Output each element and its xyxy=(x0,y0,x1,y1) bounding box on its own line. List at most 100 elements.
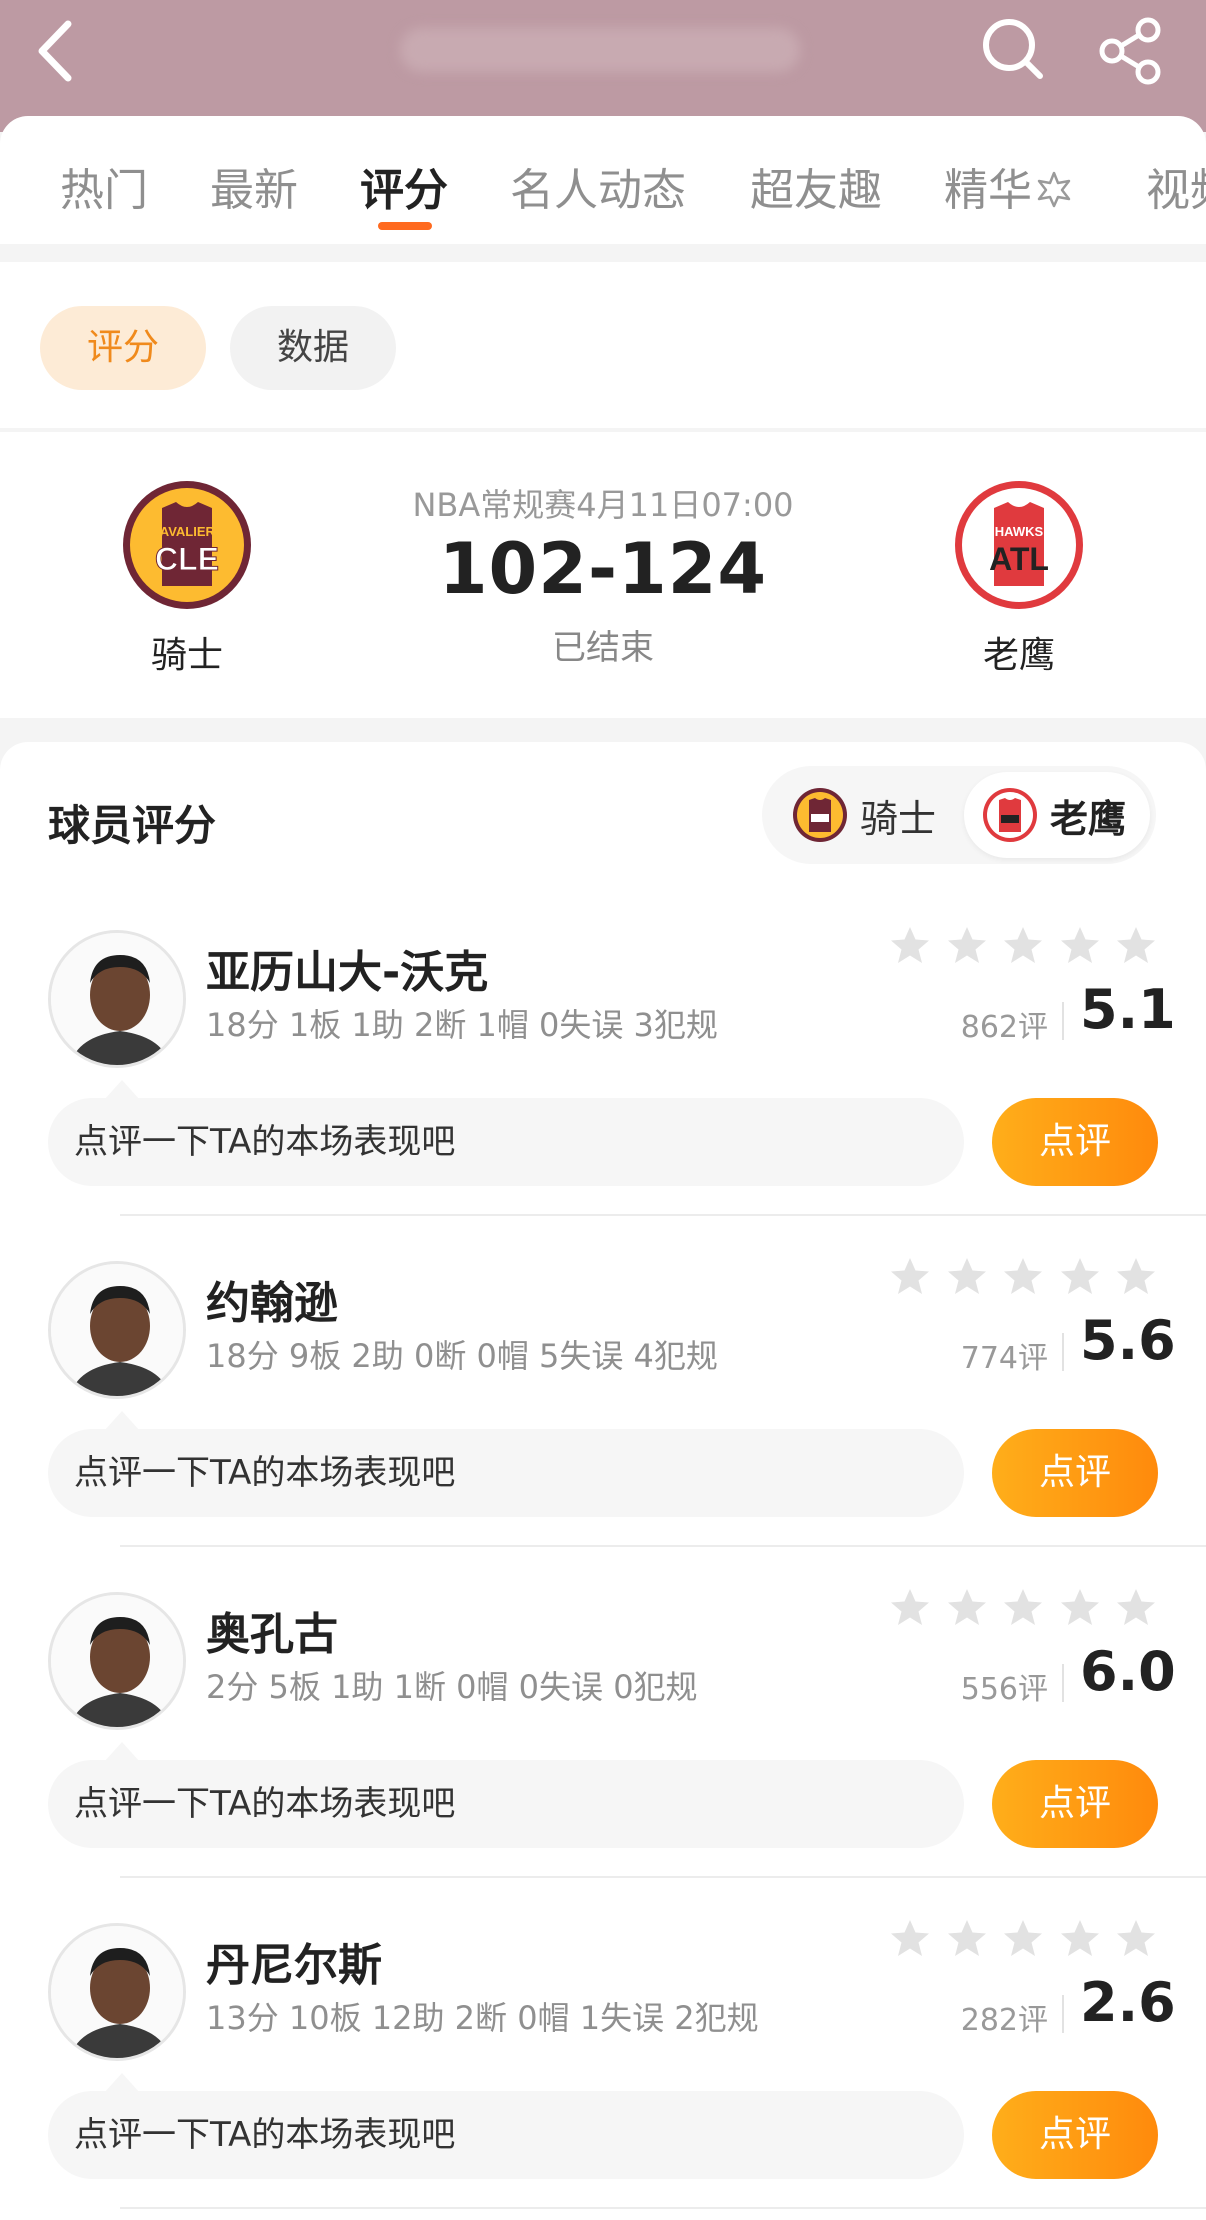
star-icon[interactable] xyxy=(945,1255,989,1299)
comment-button[interactable]: 点评 xyxy=(992,1760,1158,1848)
hawks-wordmark: HAWKS xyxy=(995,524,1044,539)
row-divider xyxy=(120,1545,1206,1547)
team-toggle-cavaliers-label: 骑士 xyxy=(860,796,937,841)
star-icon[interactable] xyxy=(1001,924,1045,968)
star-icon[interactable] xyxy=(945,924,989,968)
team-toggle-hawks[interactable]: 老鹰 xyxy=(982,782,1126,848)
player-avatar[interactable] xyxy=(48,1923,186,2061)
star-icon[interactable] xyxy=(1114,1255,1158,1299)
player-name[interactable]: 丹尼尔斯 xyxy=(206,1929,382,1993)
star-icon[interactable] xyxy=(888,1917,932,1961)
rating-count: 774评 xyxy=(960,1341,1048,1376)
star-rating[interactable] xyxy=(888,1586,1158,1630)
match-info: NBA常规赛4月11日07:00 xyxy=(412,486,794,524)
player-row: 约翰逊 18分 9板 2助 0断 0帽 5失误 4犯规 774评 5.6 点评一… xyxy=(0,1221,1206,1548)
row-divider xyxy=(120,2207,1206,2209)
player-avatar[interactable] xyxy=(48,1261,186,1399)
comment-input[interactable]: 点评一下TA的本场表现吧 xyxy=(48,1742,964,1848)
star-icon[interactable] xyxy=(1058,1255,1102,1299)
match-score: 102-124 xyxy=(438,528,768,610)
star-rating[interactable] xyxy=(888,924,1158,968)
rating-score: 5.6 xyxy=(1080,1309,1176,1372)
star-icon[interactable] xyxy=(888,1255,932,1299)
player-avatar[interactable] xyxy=(48,1592,186,1730)
comment-button[interactable]: 点评 xyxy=(992,2091,1158,2179)
rating-separator xyxy=(1062,1664,1064,1702)
player-name[interactable]: 奥孔古 xyxy=(206,1598,338,1662)
player-row: 亚历山大-沃克 18分 1板 1助 2断 1帽 0失误 3犯规 862评 5.1… xyxy=(0,890,1206,1217)
share-icon[interactable] xyxy=(1096,16,1166,86)
team-toggle: 骑士 老鹰 xyxy=(762,766,1156,864)
tab-celebrity[interactable]: 名人动态 xyxy=(510,154,686,218)
player-stats: 13分 10板 12助 2断 0帽 1失误 2犯规 xyxy=(206,1999,759,2037)
star-rating[interactable] xyxy=(888,1917,1158,1961)
star-icon[interactable] xyxy=(945,1586,989,1630)
row-divider xyxy=(120,1214,1206,1216)
comment-button[interactable]: 点评 xyxy=(992,1098,1158,1186)
team-toggle-cavaliers[interactable]: 骑士 xyxy=(792,782,936,848)
player-name[interactable]: 亚历山大-沃克 xyxy=(206,936,488,1000)
rating-count: 282评 xyxy=(960,2003,1048,2038)
star-icon[interactable] xyxy=(1114,1586,1158,1630)
star-icon[interactable] xyxy=(1001,1917,1045,1961)
rating-count: 556评 xyxy=(960,1672,1048,1707)
tab-highlights-label: 精华 xyxy=(944,165,1032,216)
cavaliers-logo[interactable]: CAVALIERS CLE xyxy=(120,478,254,612)
rating-separator xyxy=(1062,1333,1064,1371)
tab-video[interactable]: 视频 xyxy=(1146,154,1206,218)
back-icon[interactable] xyxy=(28,16,88,86)
player-stats: 18分 9板 2助 0断 0帽 5失误 4犯规 xyxy=(206,1337,718,1375)
player-avatar[interactable] xyxy=(48,930,186,1068)
player-stats: 2分 5板 1助 1断 0帽 0失误 0犯规 xyxy=(206,1668,698,1706)
rating-separator xyxy=(1062,1002,1064,1040)
player-row: 奥孔古 2分 5板 1助 1断 0帽 0失误 0犯规 556评 6.0 点评一下… xyxy=(0,1552,1206,1879)
star-icon[interactable] xyxy=(1114,924,1158,968)
rating-score: 2.6 xyxy=(1080,1971,1176,2034)
section-title: 球员评分 xyxy=(48,801,217,850)
star-icon[interactable] xyxy=(945,1917,989,1961)
cavaliers-wordmark: CAVALIERS xyxy=(150,524,224,539)
tab-hot[interactable]: 热门 xyxy=(60,154,148,218)
team-toggle-hawks-label: 老鹰 xyxy=(1050,796,1127,841)
player-ratings-section: 球员评分 骑士 老鹰 亚历山大-沃克 18分 1板 1助 2断 1帽 0失误 3… xyxy=(0,742,1206,2220)
comment-input[interactable]: 点评一下TA的本场表现吧 xyxy=(48,1080,964,1186)
star-icon[interactable] xyxy=(1058,924,1102,968)
star-icon[interactable] xyxy=(1058,1917,1102,1961)
rating-filter-button[interactable]: 评分 xyxy=(40,306,206,390)
home-team-name: 骑士 xyxy=(150,635,223,676)
hawks-logo[interactable]: HAWKS ATL xyxy=(952,478,1086,612)
active-tab-indicator xyxy=(378,222,432,230)
star-icon[interactable] xyxy=(1001,1255,1045,1299)
tab-rating[interactable]: 评分 xyxy=(360,154,448,218)
flower-icon xyxy=(1034,169,1074,209)
hawks-mini-logo xyxy=(983,788,1037,842)
match-status: 已结束 xyxy=(552,628,654,668)
row-divider xyxy=(120,1876,1206,1878)
star-rating[interactable] xyxy=(888,1255,1158,1299)
page-title-blurred xyxy=(400,28,800,72)
top-bar xyxy=(0,0,1206,132)
star-icon[interactable] xyxy=(1058,1586,1102,1630)
star-icon[interactable] xyxy=(1001,1586,1045,1630)
comment-button[interactable]: 点评 xyxy=(992,1429,1158,1517)
player-name[interactable]: 约翰逊 xyxy=(206,1267,338,1331)
tab-latest[interactable]: 最新 xyxy=(210,154,298,218)
rating-score: 6.0 xyxy=(1080,1640,1176,1703)
match-card: CAVALIERS CLE 骑士 NBA常规赛4月11日07:00 102-12… xyxy=(0,432,1206,718)
away-team-name: 老鹰 xyxy=(982,635,1055,676)
star-icon[interactable] xyxy=(888,924,932,968)
comment-input[interactable]: 点评一下TA的本场表现吧 xyxy=(48,1411,964,1517)
star-icon[interactable] xyxy=(1114,1917,1158,1961)
cavaliers-mini-logo xyxy=(793,788,847,842)
hawks-abbr: ATL xyxy=(989,541,1049,577)
data-filter-button[interactable]: 数据 xyxy=(230,306,396,390)
player-row: 丹尼尔斯 13分 10板 12助 2断 0帽 1失误 2犯规 282评 2.6 … xyxy=(0,1883,1206,2210)
tab-highlights[interactable]: 精华 xyxy=(944,154,1074,218)
star-icon[interactable] xyxy=(888,1586,932,1630)
search-icon[interactable] xyxy=(980,16,1046,82)
cavaliers-abbr: CLE xyxy=(155,541,219,577)
comment-input[interactable]: 点评一下TA的本场表现吧 xyxy=(48,2073,964,2179)
filter-bar: 评分 数据 xyxy=(0,262,1206,428)
player-stats: 18分 1板 1助 2断 1帽 0失误 3犯规 xyxy=(206,1006,718,1044)
tab-fun[interactable]: 超友趣 xyxy=(750,154,882,218)
